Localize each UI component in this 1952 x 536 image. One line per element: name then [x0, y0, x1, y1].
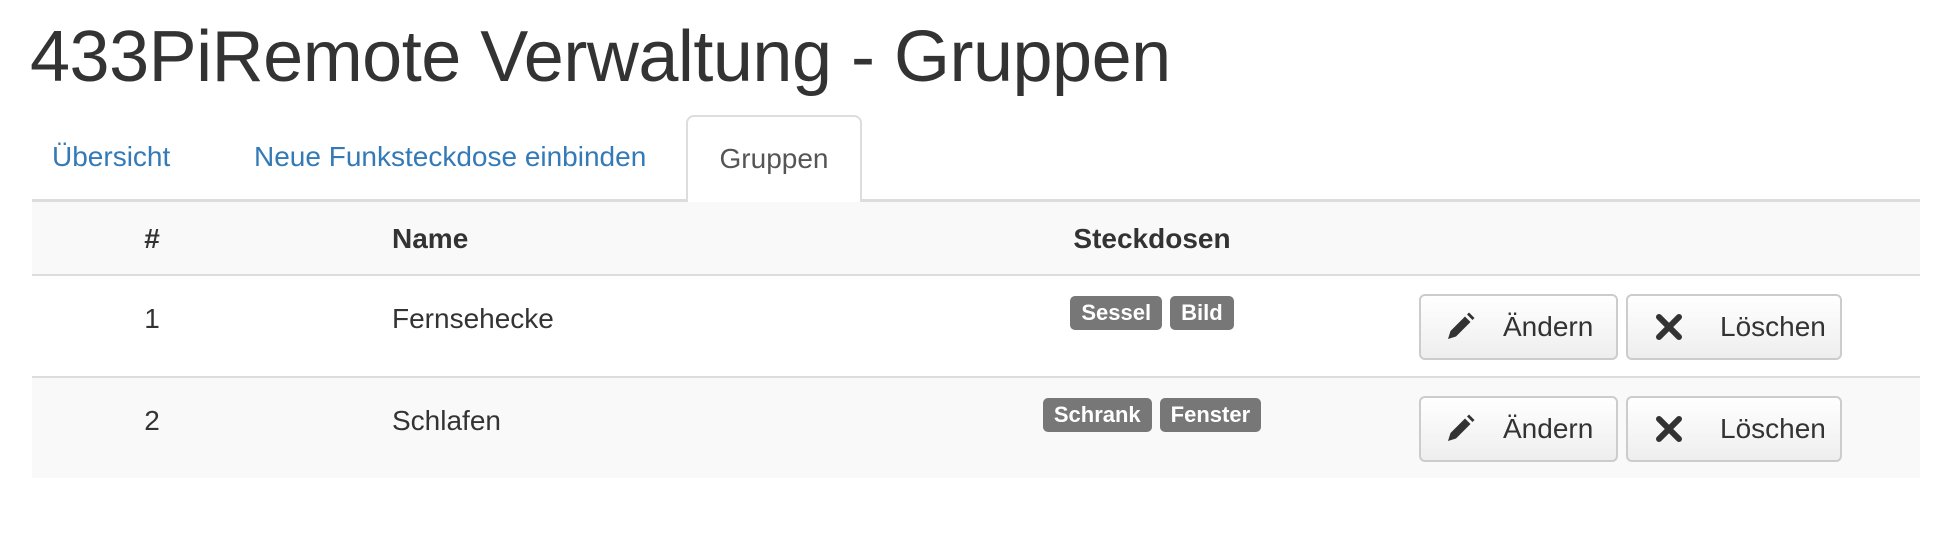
- page-title: 433PiRemote Verwaltung - Gruppen: [30, 17, 1171, 97]
- edit-button[interactable]: Ändern: [1419, 396, 1618, 462]
- socket-badge: Fenster: [1159, 398, 1262, 432]
- delete-button[interactable]: Löschen: [1626, 396, 1842, 462]
- delete-button-label: Löschen: [1720, 311, 1826, 342]
- table-row: 1 Fernsehecke Sessel Bild Ändern Löschen: [32, 274, 1920, 376]
- row-name: Fernsehecke: [392, 303, 554, 334]
- delete-button[interactable]: Löschen: [1626, 294, 1842, 360]
- header-name: Name: [392, 223, 469, 254]
- pencil-icon: [1443, 412, 1477, 446]
- socket-badges: Sessel Bild: [862, 296, 1442, 330]
- tab-gruppen[interactable]: Gruppen: [686, 115, 862, 202]
- tab-uebersicht[interactable]: Übersicht: [52, 115, 176, 199]
- socket-badge: Schrank: [1042, 398, 1152, 432]
- row-number: 1: [144, 303, 160, 334]
- pencil-icon: [1443, 310, 1477, 344]
- socket-badge: Bild: [1170, 296, 1234, 330]
- row-name: Schlafen: [392, 405, 501, 436]
- nav-tabs: Übersicht Neue Funksteckdose einbinden G…: [32, 115, 1920, 202]
- header-number: #: [144, 223, 160, 254]
- close-icon: [1652, 412, 1686, 446]
- row-number: 2: [144, 405, 160, 436]
- table-row: 2 Schlafen Schrank Fenster Ändern Lösche…: [32, 376, 1920, 478]
- edit-button[interactable]: Ändern: [1419, 294, 1618, 360]
- table-header-row: # Name Steckdosen: [32, 202, 1920, 274]
- socket-badge: Sessel: [1070, 296, 1163, 330]
- delete-button-label: Löschen: [1720, 413, 1826, 444]
- edit-button-label: Ändern: [1503, 413, 1594, 444]
- socket-badges: Schrank Fenster: [862, 398, 1442, 432]
- tab-neue-funksteckdose[interactable]: Neue Funksteckdose einbinden: [254, 115, 674, 199]
- edit-button-label: Ändern: [1503, 311, 1594, 342]
- groups-table: # Name Steckdosen 1 Fernsehecke Sessel B…: [32, 202, 1920, 478]
- header-sockets: Steckdosen: [1073, 223, 1231, 254]
- close-icon: [1652, 310, 1686, 344]
